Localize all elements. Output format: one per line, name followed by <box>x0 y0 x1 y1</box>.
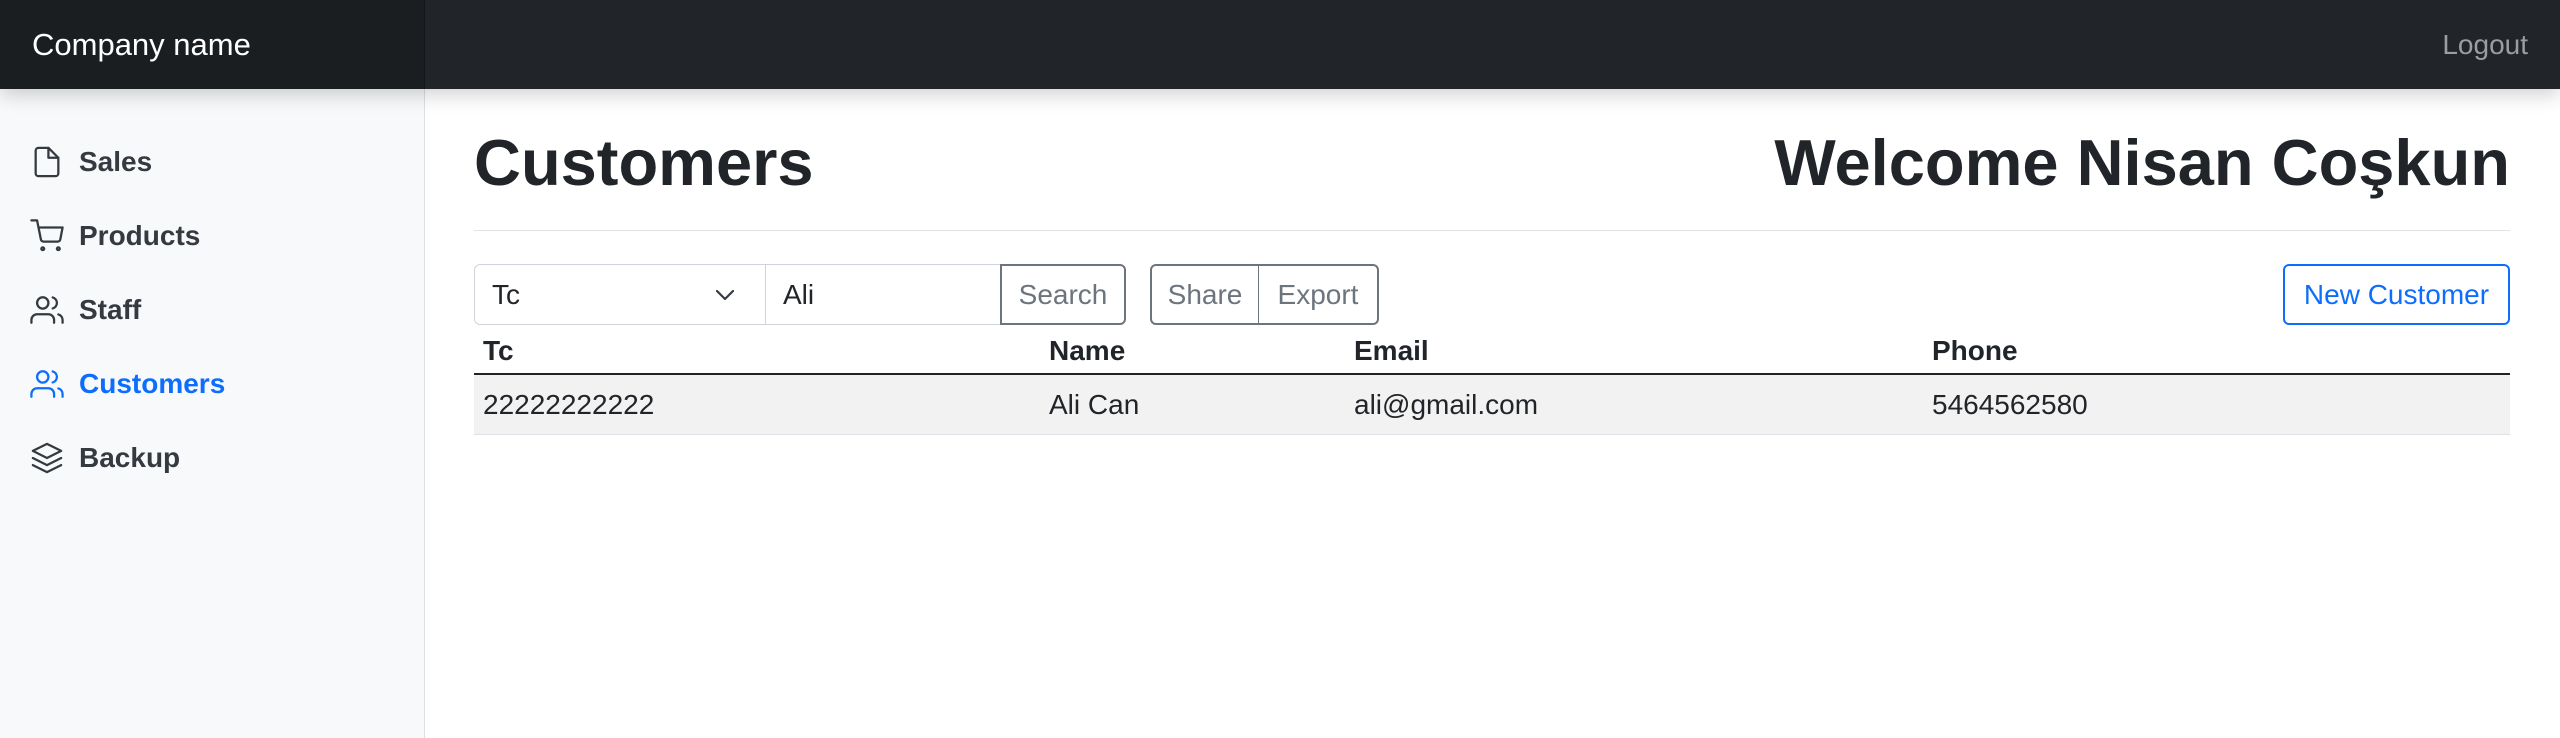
cart-icon <box>30 219 64 253</box>
column-header-phone[interactable]: Phone <box>1932 329 2018 373</box>
sidebar: Sales Products Staff Customers Backup <box>0 89 425 738</box>
logout-link[interactable]: Logout <box>2442 0 2528 89</box>
sidebar-item-products[interactable]: Products <box>30 208 410 264</box>
sidebar-item-backup[interactable]: Backup <box>30 430 410 486</box>
chevron-down-icon <box>715 289 735 301</box>
filter-field-value: Tc <box>492 278 520 310</box>
sidebar-item-staff[interactable]: Staff <box>30 282 410 338</box>
cell-tc: 22222222222 <box>483 388 655 420</box>
table-body: 22222222222 Ali Can ali@gmail.com 546456… <box>474 375 2510 435</box>
users-icon <box>30 367 64 401</box>
toolbar: Tc Ali Search Share Export New Customer <box>474 264 2510 325</box>
brand-name[interactable]: Company name <box>0 0 425 89</box>
top-navbar: Company name Logout <box>0 0 2560 89</box>
table-header-row: Tc Name Email Phone <box>474 329 2510 375</box>
column-header-name[interactable]: Name <box>1049 329 1125 373</box>
cell-name: Ali Can <box>1049 388 1140 420</box>
table-row[interactable]: 22222222222 Ali Can ali@gmail.com 546456… <box>474 375 2510 435</box>
share-button[interactable]: Share <box>1150 264 1260 325</box>
sidebar-item-customers[interactable]: Customers <box>30 356 410 412</box>
file-icon <box>30 145 64 179</box>
customers-table: Tc Name Email Phone 22222222222 Ali Can … <box>474 329 2510 435</box>
search-button[interactable]: Search <box>1000 264 1126 325</box>
search-input-value: Ali <box>783 278 815 310</box>
filter-field-select[interactable]: Tc <box>474 264 766 325</box>
sidebar-item-label: Staff <box>79 294 142 325</box>
page-title: Customers <box>474 126 814 199</box>
layers-icon <box>30 441 64 475</box>
sidebar-item-sales[interactable]: Sales <box>30 134 410 190</box>
cell-email: ali@gmail.com <box>1354 388 1539 420</box>
column-header-tc[interactable]: Tc <box>483 329 514 373</box>
sidebar-item-label: Customers <box>79 368 226 399</box>
new-customer-button[interactable]: New Customer <box>2283 264 2510 325</box>
users-icon <box>30 293 64 327</box>
sidebar-item-label: Sales <box>79 146 153 177</box>
cell-phone: 5464562580 <box>1932 388 2088 420</box>
sidebar-item-label: Backup <box>79 442 181 473</box>
sidebar-item-label: Products <box>79 220 201 251</box>
export-button[interactable]: Export <box>1258 264 1379 325</box>
column-header-email[interactable]: Email <box>1354 329 1429 373</box>
welcome-message: Welcome Nisan Coşkun <box>1774 126 2510 199</box>
header-divider <box>474 230 2510 231</box>
search-input[interactable]: Ali <box>766 264 1002 325</box>
